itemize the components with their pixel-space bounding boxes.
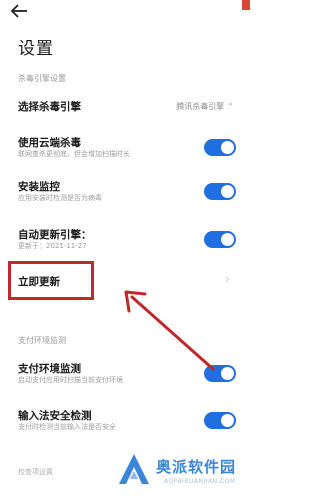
updown-icon: ⌃ [227,102,234,111]
auto-update-date: 更新于：2021-11-27 [18,242,87,250]
cloud-scan-label: 使用云端杀毒 [18,137,81,149]
payment-monitor-row: 支付环境监测 启动支付应用时扫描当前支付环境 [0,357,250,391]
page-title: 设置 [18,39,54,59]
watermark-url: AOPAIRUANJIAN.COM [164,478,236,485]
auto-update-toggle[interactable] [204,231,236,248]
engine-select-row[interactable]: 选择杀毒引擎 腾讯杀毒引擎 ⌃ [0,93,250,119]
watermark-logo-icon [119,454,149,484]
engine-select-label: 选择杀毒引擎 [18,101,81,113]
status-corner-marker [242,0,250,10]
payment-monitor-description: 启动支付应用时扫描当前支付环境 [18,376,123,384]
ime-check-toggle[interactable] [204,412,236,429]
cloud-scan-toggle[interactable] [204,139,236,156]
section-header-payment: 支付环境监测 [18,336,66,345]
toggle-knob [221,233,234,246]
annotation-highlight-box [8,261,94,300]
ime-check-row: 输入法安全检测 支付时检测当前输入法是否安全 [0,404,250,438]
engine-select-value[interactable]: 腾讯杀毒引擎 ⌃ [176,101,234,112]
install-monitor-row: 安装监控 应用安装时检测是否为病毒 [0,175,250,209]
toggle-knob [221,185,234,198]
payment-monitor-label: 支付环境监测 [18,363,81,375]
cloud-scan-description: 联网查杀更彻底，但会增加扫描时长 [18,150,130,158]
watermark: 奥派软件园 AOPAIRUANJIAN.COM [116,450,246,494]
toggle-knob [221,141,234,154]
install-monitor-description: 应用安装时检测是否为病毒 [18,194,102,202]
watermark-name: 奥派软件园 [156,458,237,476]
install-monitor-label: 安装监控 [18,181,60,193]
auto-update-label: 自动更新引擎： [18,229,92,241]
ime-check-label: 输入法安全检测 [18,410,92,422]
install-monitor-toggle[interactable] [204,183,236,200]
ime-check-description: 支付时检测当前输入法是否安全 [18,423,116,431]
section-header-antivirus: 杀毒引擎设置 [18,74,66,83]
toggle-knob [221,367,234,380]
chevron-right-icon: › [225,272,230,286]
auto-update-row: 自动更新引擎： 更新于：2021-11-27 [0,223,250,257]
back-arrow-icon[interactable] [9,2,31,20]
payment-monitor-toggle[interactable] [204,365,236,382]
section-header-checks: 检查项设置 [18,468,53,476]
toggle-knob [221,414,234,427]
cloud-scan-row: 使用云端杀毒 联网查杀更彻底，但会增加扫描时长 [0,131,250,165]
